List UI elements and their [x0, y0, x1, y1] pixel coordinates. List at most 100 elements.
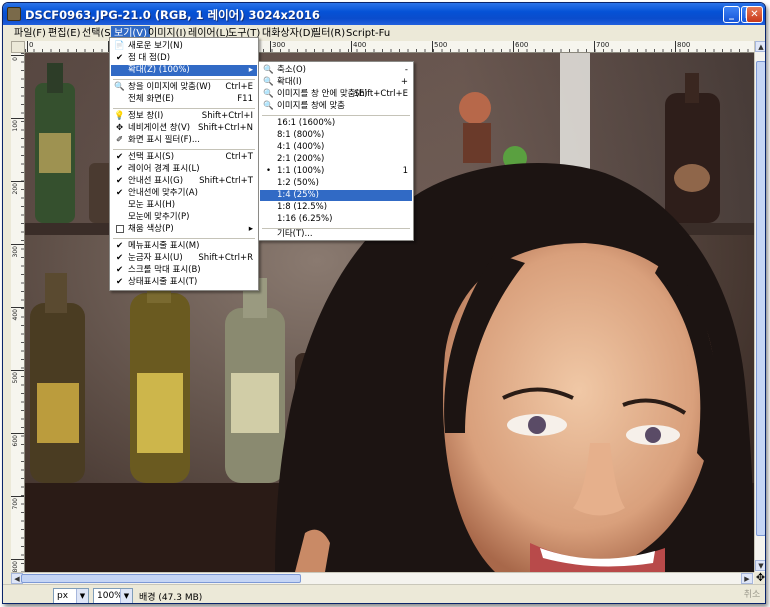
zoom-in-icon: 🔍: [263, 77, 274, 87]
menu-item-fill-window[interactable]: 🔍 이미지를 창에 맞춤: [260, 101, 412, 112]
navigate-icon[interactable]: ✥: [754, 572, 765, 584]
submenu-arrow-icon: ▸: [248, 65, 253, 75]
menu-file[interactable]: 파일(F): [11, 26, 49, 41]
ruler-tick: 700: [594, 41, 609, 52]
menu-item-zoom-out[interactable]: 🔍 축소(O) -: [260, 65, 412, 76]
cancel-button[interactable]: 취소: [740, 588, 764, 603]
unit-select[interactable]: px ▼: [53, 588, 89, 603]
view-menu: 📄 새로운 보기(N) ✔ 점 대 점(D) 확대(Z) (100%) ▸ 🔍 …: [109, 37, 259, 291]
scroll-up-button[interactable]: ▲: [755, 41, 765, 52]
zoom-fit-icon: 🔍: [263, 89, 274, 99]
ruler-tick: 100: [11, 118, 24, 132]
menu-edit[interactable]: 편집(E): [45, 26, 84, 41]
zoom-out-icon: 🔍: [263, 65, 274, 75]
check-icon: ✔: [115, 241, 124, 251]
horizontal-scrollbar[interactable]: ◀ ▶: [11, 572, 754, 584]
ruler-tick: 400: [11, 307, 24, 321]
ruler-tick: 600: [513, 41, 528, 52]
document-icon: 📄: [114, 41, 125, 51]
ruler-tick: 300: [270, 41, 285, 52]
ruler-tick: 0: [27, 41, 33, 52]
ruler-tick: 500: [432, 41, 447, 52]
menu-item-padding-color[interactable]: 채움 색상(P) ▸: [111, 224, 257, 235]
submenu-arrow-icon: ▸: [248, 224, 253, 234]
ruler-tick: 400: [351, 41, 366, 52]
menu-item-zoom-12-5[interactable]: 1:8 (12.5%): [260, 202, 412, 213]
menu-item-snap-to-guides[interactable]: ✔ 안내선에 맞추기(A): [111, 188, 257, 199]
menu-item-fit-image-in-window[interactable]: 🔍 이미지를 창 안에 맞춤(E) Shift+Ctrl+E: [260, 89, 412, 100]
ruler-corner[interactable]: [11, 41, 25, 53]
menu-separator: [113, 149, 255, 150]
menu-item-show-selection[interactable]: ✔ 선택 표시(S) Ctrl+T: [111, 152, 257, 163]
zoom-fill-icon: 🔍: [263, 101, 274, 111]
vertical-scroll-thumb[interactable]: [756, 61, 765, 536]
window-title: DSCF0963.JPG-21.0 (RGB, 1 레이어) 3024x2016: [25, 8, 320, 22]
ruler-tick: 800: [11, 559, 24, 572]
menu-item-show-statusbar[interactable]: ✔ 상태표시줄 표시(T): [111, 277, 257, 288]
menu-item-dot-for-dot[interactable]: ✔ 점 대 점(D): [111, 53, 257, 64]
menu-item-display-filters[interactable]: ✐ 화면 표시 필터(F)...: [111, 135, 257, 146]
menu-item-zoom-in[interactable]: 🔍 확대(I) +: [260, 77, 412, 88]
ruler-tick: 800: [675, 41, 690, 52]
color-swatch-icon: [114, 224, 125, 237]
menu-item-show-menubar[interactable]: ✔ 메뉴표시줄 표시(M): [111, 241, 257, 252]
status-bar: px ▼ 100% ▼ 배경 (47.3 MB) 취소: [3, 584, 765, 603]
menu-item-shrink-wrap[interactable]: 🔍 창을 이미지에 맞춤(W) Ctrl+E: [111, 82, 257, 93]
ruler-tick: 600: [11, 433, 24, 447]
status-info: 배경 (47.3 MB): [139, 593, 203, 603]
minimize-button[interactable]: _: [723, 6, 740, 23]
zoom-value: 100%: [97, 591, 123, 601]
menu-item-zoom-50[interactable]: 1:2 (50%): [260, 178, 412, 189]
ruler-tick: 200: [11, 181, 24, 195]
zoom-select[interactable]: 100% ▼: [93, 588, 133, 603]
menu-item-zoom-1600[interactable]: 16:1 (1600%): [260, 118, 412, 129]
unit-value: px: [57, 591, 69, 601]
menu-item-zoom-100[interactable]: • 1:1 (100%) 1: [260, 166, 412, 177]
ruler-tick: 700: [11, 496, 24, 510]
close-button[interactable]: ✕: [746, 6, 763, 23]
menu-item-show-grid[interactable]: 모눈 표시(H): [111, 200, 257, 211]
menu-item-zoom-25[interactable]: 1:4 (25%): [260, 190, 412, 201]
menu-separator: [113, 79, 255, 80]
menu-item-navigation-window[interactable]: ✥ 네비게이션 창(V) Shift+Ctrl+N: [111, 123, 257, 134]
menu-item-info-window[interactable]: 💡 정보 창(I) Shift+Ctrl+I: [111, 111, 257, 122]
zoom-submenu: 🔍 축소(O) - 🔍 확대(I) + 🔍 이미지를 창 안에 맞춤(E) Sh…: [258, 61, 414, 241]
check-icon: ✔: [115, 53, 124, 63]
menu-item-snap-to-grid[interactable]: 모눈에 맞추기(P): [111, 212, 257, 223]
menu-item-zoom-400[interactable]: 4:1 (400%): [260, 142, 412, 153]
scroll-right-button[interactable]: ▶: [741, 573, 753, 584]
vertical-scrollbar[interactable]: ▲ ▼: [754, 41, 765, 572]
menu-item-show-rulers[interactable]: ✔ 눈금자 표시(U) Shift+Ctrl+R: [111, 253, 257, 264]
ruler-tick: 0: [11, 55, 24, 69]
horizontal-scroll-thumb[interactable]: [21, 574, 301, 583]
check-icon: ✔: [115, 152, 124, 162]
filter-icon: ✐: [115, 135, 124, 145]
menu-separator: [113, 238, 255, 239]
menu-item-new-view[interactable]: 📄 새로운 보기(N): [111, 41, 257, 52]
ruler-tick: 300: [11, 244, 24, 258]
menu-item-zoom-200[interactable]: 2:1 (200%): [260, 154, 412, 165]
menu-item-show-scrollbars[interactable]: ✔ 스크롤 막대 표시(B): [111, 265, 257, 276]
menu-item-zoom[interactable]: 확대(Z) (100%) ▸: [111, 65, 257, 76]
scroll-down-button[interactable]: ▼: [755, 560, 765, 571]
menu-script-fu[interactable]: Script-Fu: [343, 26, 393, 41]
gimp-app-icon: [7, 7, 21, 21]
check-icon: ✔: [115, 164, 124, 174]
menu-item-show-guides[interactable]: ✔ 안내선 표시(G) Shift+Ctrl+T: [111, 176, 257, 187]
chevron-down-icon: ▼: [76, 589, 88, 603]
chevron-down-icon: ▼: [120, 589, 132, 603]
menu-item-fullscreen[interactable]: 전체 화면(E) F11: [111, 94, 257, 105]
navigate-icon: ✥: [115, 123, 124, 133]
radio-bullet-icon: •: [265, 166, 271, 176]
info-bulb-icon: 💡: [114, 111, 125, 121]
check-icon: ✔: [115, 253, 124, 263]
menu-item-zoom-800[interactable]: 8:1 (800%): [260, 130, 412, 141]
vertical-ruler[interactable]: 0 100 200 300 400 500 600 700 800: [11, 53, 25, 572]
menu-separator: [262, 115, 410, 116]
zoom-icon: 🔍: [114, 82, 125, 92]
menu-item-zoom-6-25[interactable]: 1:16 (6.25%): [260, 214, 412, 225]
check-icon: ✔: [115, 277, 124, 287]
menu-item-zoom-other[interactable]: 기타(T)...: [260, 229, 412, 240]
title-bar[interactable]: DSCF0963.JPG-21.0 (RGB, 1 레이어) 3024x2016…: [3, 3, 765, 25]
menu-item-show-layer-boundary[interactable]: ✔ 레이어 경계 표시(L): [111, 164, 257, 175]
